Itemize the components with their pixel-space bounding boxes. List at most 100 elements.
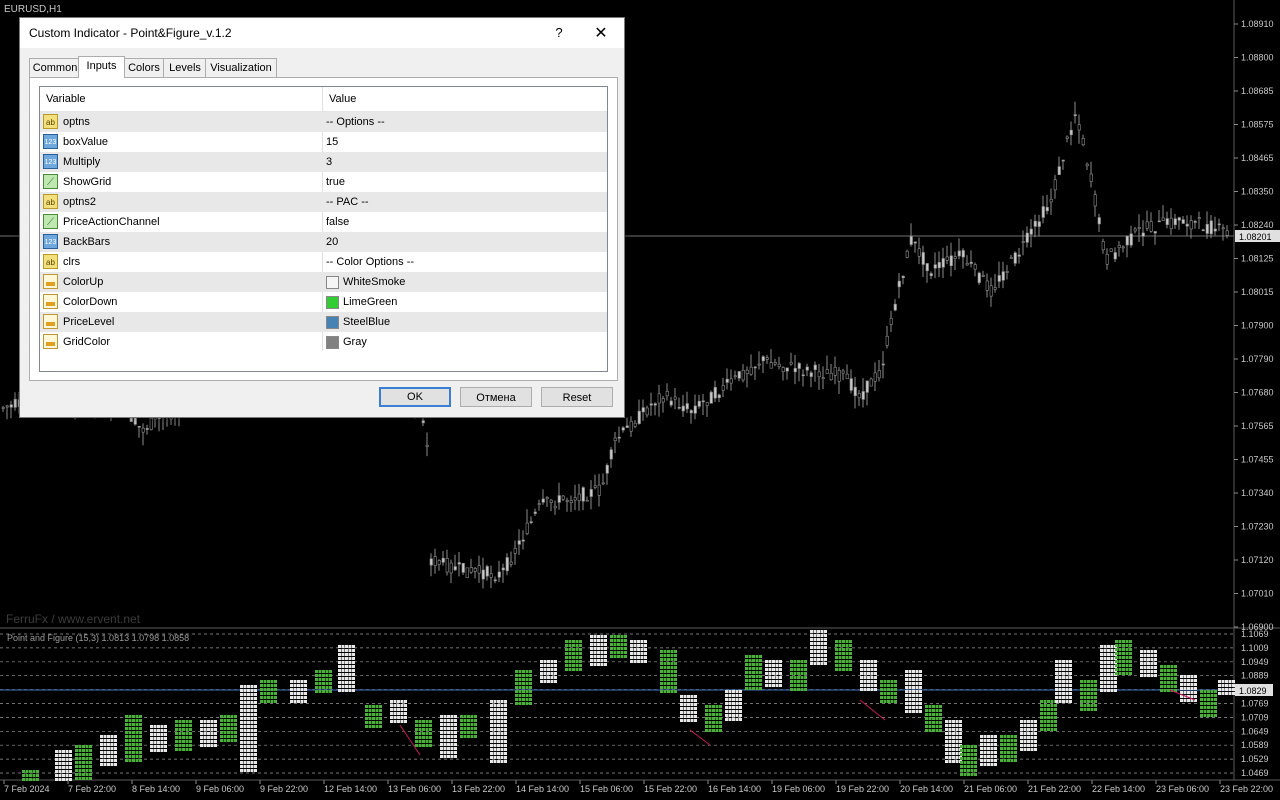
column-header-value[interactable]: Value: [329, 93, 356, 105]
pf-x-box: [932, 709, 935, 712]
pf-x-box: [1043, 712, 1047, 715]
pf-o-box: [817, 658, 820, 661]
pf-o-box: [1020, 748, 1023, 751]
pf-x-box: [663, 686, 667, 689]
pf-o-box: [114, 755, 117, 758]
pf-o-box: [732, 702, 735, 705]
pf-o-box: [62, 758, 65, 761]
input-value[interactable]: SteelBlue: [343, 316, 390, 328]
input-row-multiply[interactable]: 123 Multiply 3: [40, 152, 607, 172]
pf-x-box: [845, 656, 849, 659]
candle-body: [137, 426, 141, 428]
input-row-colorup[interactable]: ColorUp WhiteSmoke: [40, 272, 607, 292]
pf-x-box: [85, 765, 89, 768]
input-value[interactable]: -- Color Options --: [326, 256, 414, 268]
candle-body: [473, 567, 477, 572]
input-row-priceactionchannel[interactable]: ⟋ PriceActionChannel false: [40, 212, 607, 232]
pf-o-box: [820, 662, 824, 665]
help-button[interactable]: ?: [552, 25, 566, 40]
input-row-boxvalue[interactable]: 123 boxValue 15: [40, 132, 607, 152]
cancel-button[interactable]: Отмена: [460, 387, 532, 407]
pf-x-box: [1210, 702, 1214, 705]
color-swatch[interactable]: [326, 276, 339, 289]
input-row-optns[interactable]: ab optns -- Options --: [40, 112, 607, 132]
input-row-colordown[interactable]: ColorDown LimeGreen: [40, 292, 607, 312]
pf-x-box: [1083, 692, 1087, 695]
pf-x-box: [565, 668, 568, 671]
tab-visualization[interactable]: Visualization: [205, 58, 277, 77]
pf-o-box: [990, 739, 994, 742]
pf-x-box: [128, 727, 132, 730]
pf-o-box: [554, 668, 557, 671]
pf-o-box: [644, 648, 647, 651]
input-value[interactable]: true: [326, 176, 345, 188]
pf-o-box: [504, 704, 507, 707]
input-value[interactable]: false: [326, 216, 349, 228]
ok-button[interactable]: OK: [379, 387, 451, 407]
pf-x-box: [368, 721, 372, 724]
candle-body: [865, 380, 869, 393]
input-value[interactable]: Gray: [343, 336, 367, 348]
input-row-clrs[interactable]: ab clrs -- Color Options --: [40, 252, 607, 272]
pf-o-box: [919, 690, 922, 693]
input-value[interactable]: WhiteSmoke: [343, 276, 405, 288]
pf-o-box: [207, 720, 210, 723]
input-value[interactable]: 20: [326, 236, 338, 248]
input-value[interactable]: LimeGreen: [343, 296, 397, 308]
pf-o-box: [250, 697, 254, 700]
pf-o-box: [990, 735, 994, 738]
input-row-optns2[interactable]: ab optns2 -- PAC --: [40, 192, 607, 212]
pf-x-box: [365, 709, 368, 712]
tab-levels[interactable]: Levels: [163, 58, 207, 77]
input-value[interactable]: -- Options --: [326, 116, 385, 128]
pf-o-box: [640, 656, 644, 659]
pf-o-box: [447, 719, 450, 722]
pf-o-box: [110, 743, 114, 746]
tab-inputs[interactable]: Inputs: [78, 56, 125, 78]
input-value[interactable]: 3: [326, 156, 332, 168]
input-row-gridcolor[interactable]: GridColor Gray: [40, 332, 607, 352]
color-swatch[interactable]: [326, 296, 339, 309]
pf-x-box: [939, 713, 942, 716]
pf-x-box: [755, 655, 759, 658]
tab-colors[interactable]: Colors: [123, 58, 165, 77]
pf-x-box: [804, 668, 807, 671]
pf-x-box: [375, 713, 379, 716]
tab-common[interactable]: Common: [29, 58, 81, 77]
pf-x-box: [75, 777, 78, 780]
pf-o-box: [500, 752, 504, 755]
pf-x-box: [1007, 735, 1010, 738]
input-row-showgrid[interactable]: ⟋ ShowGrid true: [40, 172, 607, 192]
pf-o-box: [775, 668, 779, 671]
pf-x-box: [415, 720, 418, 723]
column-header-variable[interactable]: Variable: [46, 93, 86, 105]
input-row-backbars[interactable]: 123 BackBars 20: [40, 232, 607, 252]
pf-x-box: [800, 664, 804, 667]
color-swatch[interactable]: [326, 316, 339, 329]
input-value[interactable]: 15: [326, 136, 338, 148]
pf-o-box: [210, 724, 214, 727]
pf-x-box: [1003, 743, 1007, 746]
pf-x-box: [1040, 712, 1043, 715]
pf-x-box: [793, 672, 797, 675]
pf-o-box: [55, 766, 58, 769]
reset-button[interactable]: Reset: [541, 387, 613, 407]
pf-o-box: [824, 642, 827, 645]
close-icon[interactable]: ✕: [592, 23, 610, 43]
pf-x-box: [1160, 677, 1163, 680]
input-row-pricelevel[interactable]: PriceLevel SteelBlue: [40, 312, 607, 332]
pf-x-box: [85, 761, 89, 764]
pf-o-box: [765, 660, 768, 663]
color-swatch[interactable]: [326, 336, 339, 349]
pf-o-box: [597, 663, 600, 666]
pf-x-box: [745, 667, 748, 670]
candle-body: [513, 548, 517, 554]
pf-x-box: [883, 688, 887, 691]
pf-o-box: [810, 642, 813, 645]
pf-x-box: [318, 670, 322, 673]
pf-o-box: [908, 694, 912, 697]
pf-x-box: [1200, 698, 1203, 701]
pf-x-box: [515, 682, 518, 685]
pf-o-box: [497, 716, 500, 719]
input-value[interactable]: -- PAC --: [326, 196, 369, 208]
